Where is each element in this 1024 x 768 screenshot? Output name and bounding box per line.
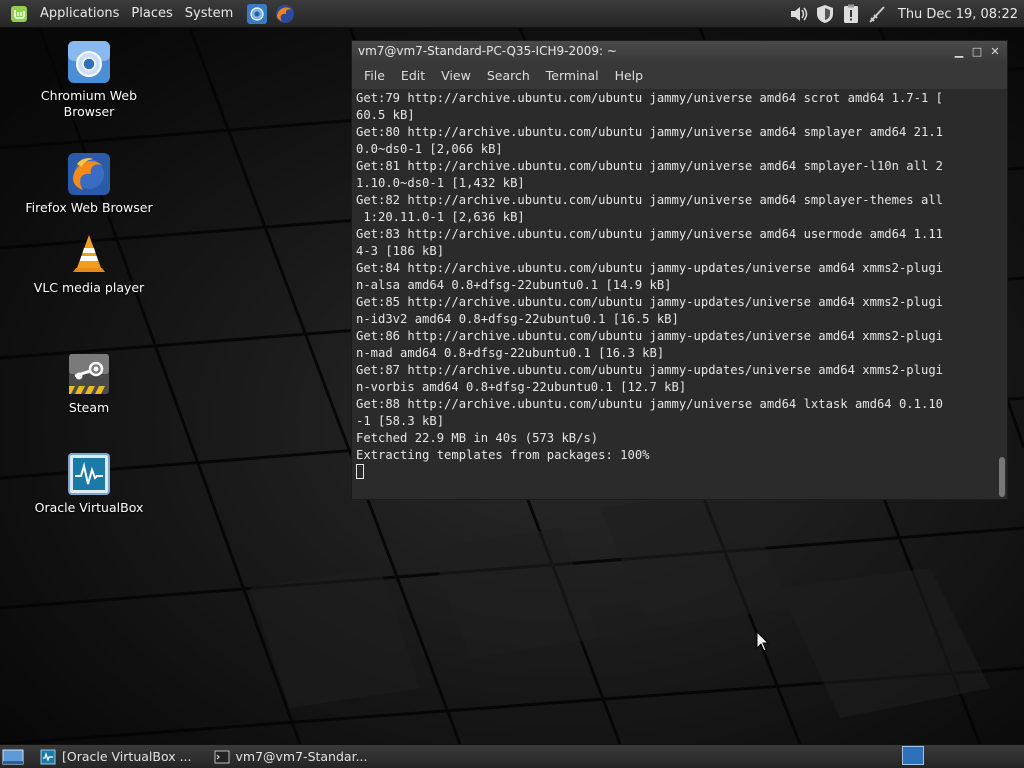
terminal-titlebar[interactable]: vm7@vm7-Standard-PC-Q35-ICH9-2009: ~ ▁ □…	[352, 41, 1007, 61]
places-menu[interactable]: Places	[125, 0, 178, 28]
menu-view[interactable]: View	[433, 68, 479, 83]
menu-terminal[interactable]: Terminal	[538, 68, 607, 83]
terminal-line: 1.10.0~ds0-1 [1,432 kB]	[356, 176, 525, 190]
terminal-line: Get:85 http://archive.ubuntu.com/ubuntu …	[356, 295, 943, 309]
terminal-line: Get:79 http://archive.ubuntu.com/ubuntu …	[356, 91, 943, 105]
mint-menu-icon[interactable]	[10, 5, 28, 23]
terminal-line: n-vorbis amd64 0.8+dfsg-22ubuntu0.1 [12.…	[356, 380, 687, 394]
desktop-icon-label: Oracle VirtualBox	[34, 500, 144, 515]
maximize-icon[interactable]: □	[969, 43, 985, 59]
steam-icon	[69, 354, 109, 394]
terminal-line: Get:81 http://archive.ubuntu.com/ubuntu …	[356, 159, 943, 173]
top-panel: Applications Places System Thu Dec 19, 0…	[0, 0, 1024, 28]
terminal-line: Fetched 22.9 MB in 40s (573 kB/s)	[356, 431, 599, 445]
terminal-window[interactable]: vm7@vm7-Standard-PC-Q35-ICH9-2009: ~ ▁ □…	[351, 40, 1008, 500]
desktop-icon-label: VLC media player	[33, 280, 145, 295]
chromium-icon	[68, 41, 110, 83]
close-icon[interactable]: ✕	[987, 43, 1003, 59]
clipboard-update-icon[interactable]	[840, 3, 862, 25]
menu-edit[interactable]: Edit	[393, 68, 433, 83]
clock[interactable]: Thu Dec 19, 08:22	[898, 7, 1018, 22]
volume-icon[interactable]	[788, 3, 810, 25]
desktop-icon-steam[interactable]: Steam	[14, 352, 164, 416]
terminal-line: n-mad amd64 0.8+dfsg-22ubuntu0.1 [16.3 k…	[356, 346, 665, 360]
terminal-line: n-alsa amd64 0.8+dfsg-22ubuntu0.1 [14.9 …	[356, 278, 672, 292]
terminal-title: vm7@vm7-Standard-PC-Q35-ICH9-2009: ~	[358, 44, 617, 58]
terminal-line: Get:82 http://archive.ubuntu.com/ubuntu …	[356, 193, 943, 207]
taskbar-item-label: [Oracle VirtualBox ...	[62, 749, 192, 764]
terminal-line: Get:86 http://archive.ubuntu.com/ubuntu …	[356, 329, 943, 343]
network-disconnected-icon[interactable]	[866, 3, 888, 25]
firefox-launcher-icon[interactable]	[275, 4, 295, 24]
terminal-line: Get:88 http://archive.ubuntu.com/ubuntu …	[356, 397, 943, 411]
vlc-icon	[73, 235, 105, 272]
terminal-line: Get:83 http://archive.ubuntu.com/ubuntu …	[356, 227, 943, 241]
desktop-icon-label: Chromium Web Browser	[40, 88, 138, 119]
desktop-icon-label: Steam	[68, 400, 110, 415]
workspace-switcher[interactable]	[902, 746, 924, 765]
shield-icon[interactable]	[814, 3, 836, 25]
terminal-line: 0.0~ds0-1 [2,066 kB]	[356, 142, 503, 156]
chromium-launcher-icon[interactable]	[247, 3, 268, 24]
terminal-line: Get:80 http://archive.ubuntu.com/ubuntu …	[356, 125, 943, 139]
minimize-icon[interactable]: ▁	[951, 43, 967, 59]
terminal-line: 1:20.11.0-1 [2,636 kB]	[356, 210, 525, 224]
taskbar-item-label: vm7@vm7-Standar...	[235, 749, 368, 764]
mouse-pointer-icon	[756, 631, 770, 652]
terminal-line: Get:87 http://archive.ubuntu.com/ubuntu …	[356, 363, 943, 377]
terminal-line: Get:84 http://archive.ubuntu.com/ubuntu …	[356, 261, 943, 275]
terminal-line: 60.5 kB]	[356, 108, 415, 122]
applications-menu[interactable]: Applications	[34, 0, 125, 28]
desktop-icon-vlc[interactable]: VLC media player	[14, 232, 164, 296]
virtualbox-icon	[68, 453, 110, 495]
desktop-icon-label: Firefox Web Browser	[25, 200, 153, 215]
terminal-menubar: File Edit View Search Terminal Help	[352, 61, 1007, 89]
desktop-icon-firefox[interactable]: Firefox Web Browser	[14, 152, 164, 216]
terminal-line: Extracting templates from packages: 100%	[356, 448, 650, 462]
terminal-cursor	[356, 464, 364, 479]
terminal-line: n-id3v2 amd64 0.8+dfsg-22ubuntu0.1 [16.5…	[356, 312, 679, 326]
terminal-prompt-line[interactable]	[356, 464, 1003, 481]
menu-search[interactable]: Search	[479, 68, 538, 83]
terminal-output[interactable]: Get:79 http://archive.ubuntu.com/ubuntu …	[352, 89, 1007, 499]
desktop-icon-virtualbox[interactable]: Oracle VirtualBox	[14, 452, 164, 516]
desktop-icon-chromium[interactable]: Chromium Web Browser	[14, 40, 164, 120]
bottom-taskbar: [Oracle VirtualBox ... vm7@vm7-Standar..…	[0, 744, 1024, 768]
terminal-scrollbar[interactable]	[999, 457, 1005, 497]
terminal-line: 4-3 [186 kB]	[356, 244, 445, 258]
terminal-icon	[214, 750, 229, 763]
menu-file[interactable]: File	[356, 68, 393, 83]
terminal-line: -1 [58.3 kB]	[356, 414, 445, 428]
firefox-icon	[68, 153, 110, 195]
window-controls: ▁ □ ✕	[949, 43, 1003, 59]
show-desktop-icon[interactable]	[2, 748, 24, 766]
menu-help[interactable]: Help	[607, 68, 652, 83]
taskbar-item-terminal[interactable]: vm7@vm7-Standar...	[208, 746, 374, 768]
system-tray: Thu Dec 19, 08:22	[788, 0, 1024, 28]
virtualbox-icon	[40, 749, 56, 764]
system-menu[interactable]: System	[179, 0, 239, 28]
taskbar-item-virtualbox[interactable]: [Oracle VirtualBox ...	[34, 746, 198, 768]
